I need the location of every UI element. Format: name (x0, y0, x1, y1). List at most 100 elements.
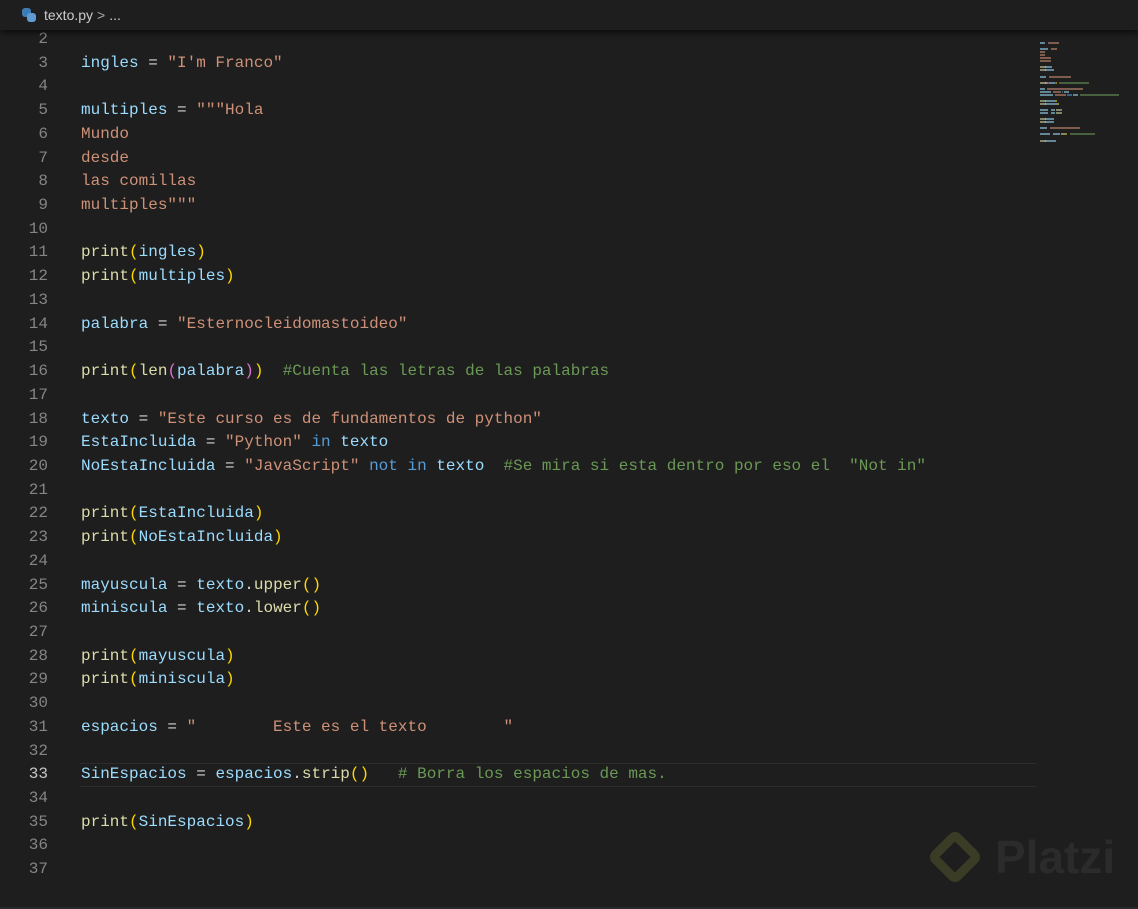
token-op: = (196, 433, 226, 452)
token-var: ingles (138, 243, 197, 262)
line-number: 5 (38, 101, 48, 120)
token-p1: () (301, 575, 322, 594)
breadcrumb: texto.py > ... (0, 0, 1138, 30)
token-op: = (138, 53, 168, 72)
breadcrumb-symbols[interactable]: ... (109, 7, 121, 23)
code-line[interactable]: 13 (0, 289, 1036, 313)
platzi-logo-icon (926, 828, 984, 886)
code-line[interactable]: 33 SinEspacios = espacios.strip() # Borra… (0, 763, 1036, 787)
token-op: = (186, 765, 216, 784)
token-p1: ) (244, 812, 254, 831)
code-line[interactable]: 36 (0, 834, 1036, 858)
code-line[interactable]: 7 desde (0, 147, 1036, 171)
token-kw: not in (369, 456, 427, 475)
code-line[interactable]: 20 NoEstaIncluida = "JavaScript" not in t… (0, 455, 1036, 479)
code-line[interactable]: 21 (0, 479, 1036, 503)
code-line[interactable]: 6 Mundo (0, 123, 1036, 147)
token-p1: ( (129, 528, 139, 547)
code-line[interactable]: 31 espacios = " Este es el texto " (0, 716, 1036, 740)
line-code: print(miniscula) (81, 668, 235, 692)
code-line[interactable]: 25 mayuscula = texto.upper() (0, 574, 1036, 598)
token-var: texto (81, 409, 130, 428)
code-line[interactable]: 2 (0, 28, 1036, 52)
code-line[interactable]: 34 (0, 787, 1036, 811)
code-line[interactable]: 12 print(multiples) (0, 265, 1036, 289)
code-line[interactable]: 32 (0, 740, 1036, 764)
code-line[interactable]: 18 texto = "Este curso es de fundamentos … (0, 408, 1036, 432)
code-line[interactable]: 17 (0, 384, 1036, 408)
token-var: NoEstaIncluida (138, 528, 274, 547)
token-str: Mundo (81, 124, 130, 143)
line-number: 37 (28, 860, 48, 879)
token-p2: ( (167, 362, 178, 381)
code-line[interactable]: 3 ingles = "I'm Franco" (0, 52, 1036, 76)
line-number: 35 (28, 812, 48, 831)
token-str: """Hola (196, 101, 264, 120)
code-line[interactable]: 37 (0, 858, 1036, 882)
code-line[interactable]: 11 print(ingles) (0, 241, 1036, 265)
token-var: EstaIncluida (138, 504, 254, 523)
breadcrumb-file[interactable]: texto.py (44, 7, 93, 23)
line-code: print(EstaIncluida) (81, 502, 263, 526)
token-fn: len (138, 362, 168, 381)
code-line[interactable]: 30 (0, 692, 1036, 716)
code-editor[interactable]: 2 3 ingles = "I'm Franco" 4 5 multiples = """… (0, 28, 1036, 882)
line-number: 34 (28, 789, 48, 807)
line-code: ingles = "I'm Franco" (81, 52, 283, 76)
code-line[interactable]: 4 (0, 75, 1036, 99)
token-p1: ( (129, 243, 139, 262)
chevron-right-icon: > (97, 7, 106, 23)
token-var: mayuscula (138, 646, 226, 665)
token-op (369, 765, 398, 783)
watermark-text: Platzi (995, 831, 1116, 883)
token-fn: print (81, 243, 130, 262)
token-var: EstaIncluida (81, 433, 197, 452)
token-op (484, 457, 503, 475)
code-line[interactable]: 29 print(miniscula) (0, 668, 1036, 692)
token-var: mayuscula (81, 575, 168, 594)
line-number: 15 (28, 338, 48, 357)
token-fn: print (81, 528, 130, 547)
line-number: 29 (28, 670, 48, 689)
line-number: 22 (28, 504, 48, 523)
line-number: 32 (28, 741, 48, 760)
code-line[interactable]: 23 print(NoEstaIncluida) (0, 526, 1036, 550)
line-number: 23 (28, 528, 48, 547)
line-code: multiples""" (81, 194, 196, 218)
token-p1: ) (225, 670, 235, 689)
token-op (331, 433, 341, 451)
code-line[interactable]: 16 print(len(palabra)) #Cuenta las letras… (0, 360, 1036, 384)
token-p1: () (349, 765, 370, 784)
code-line[interactable]: 10 (0, 218, 1036, 242)
code-line[interactable]: 9 multiples""" (0, 194, 1036, 218)
line-number: 26 (28, 599, 48, 618)
code-line[interactable]: 15 (0, 336, 1036, 360)
token-p1: ( (129, 670, 139, 689)
token-fn: print (81, 267, 130, 286)
token-str: "Esternocleidomastoideo" (177, 314, 408, 333)
line-number: 28 (28, 646, 48, 665)
code-line[interactable]: 8 las comillas (0, 170, 1036, 194)
line-number: 30 (28, 694, 48, 713)
minimap[interactable] (1040, 28, 1135, 142)
code-line[interactable]: 26 miniscula = texto.lower() (0, 597, 1036, 621)
line-code: print(NoEstaIncluida) (81, 526, 283, 550)
token-op (427, 457, 437, 475)
line-code: espacios = " Este es el texto " (81, 716, 513, 740)
code-line[interactable]: 27 (0, 621, 1036, 645)
line-code: print(ingles) (81, 241, 206, 265)
code-line[interactable]: 19 EstaIncluida = "Python" in texto (0, 431, 1036, 455)
token-op: . (244, 575, 254, 594)
token-var: SinEspacios (138, 812, 245, 831)
code-line[interactable]: 22 print(EstaIncluida) (0, 502, 1036, 526)
code-line[interactable]: 28 print(mayuscula) (0, 645, 1036, 669)
code-line[interactable]: 24 (0, 550, 1036, 574)
code-line[interactable]: 14 palabra = "Esternocleidomastoideo" (0, 313, 1036, 337)
token-p1: ( (129, 812, 139, 831)
line-number: 19 (28, 433, 48, 452)
token-var: multiples (138, 267, 226, 286)
token-p1: ) (253, 504, 264, 523)
code-line[interactable]: 35 print(SinEspacios) (0, 811, 1036, 835)
line-number: 31 (28, 717, 48, 736)
code-line[interactable]: 5 multiples = """Hola (0, 99, 1036, 123)
